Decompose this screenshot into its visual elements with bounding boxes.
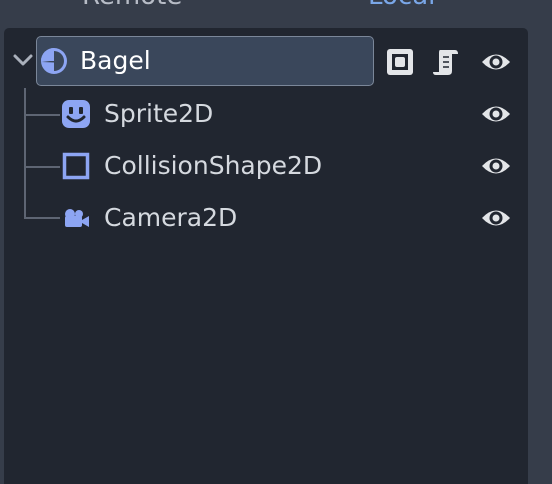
visibility-eye-icon[interactable]: [480, 98, 512, 130]
collision-shape2d-icon: [62, 152, 90, 180]
visibility-eye-icon[interactable]: [480, 150, 512, 182]
tab-bar: Remote Local: [0, 0, 552, 10]
visibility-eye-icon[interactable]: [480, 46, 512, 78]
camera2d-icon: [65, 209, 89, 227]
script-icon[interactable]: [430, 46, 462, 78]
node-label: Camera2D: [104, 203, 238, 232]
node2d-icon: [41, 48, 67, 74]
visibility-eye-icon[interactable]: [480, 202, 512, 234]
scene-dock: Remote Local Bagel: [0, 0, 552, 484]
node-label: Sprite2D: [104, 99, 214, 128]
node-label: CollisionShape2D: [104, 151, 323, 180]
tab-local[interactable]: Local: [368, 0, 435, 10]
node-label: Bagel: [80, 46, 151, 75]
tree-item-collisionshape2d[interactable]: CollisionShape2D: [4, 142, 528, 190]
tree-item-camera2d[interactable]: Camera2D: [4, 194, 528, 242]
group-icon[interactable]: [384, 46, 416, 78]
tab-remote[interactable]: Remote: [82, 0, 182, 10]
tree-item-sprite2d[interactable]: Sprite2D: [4, 90, 528, 138]
chevron-down-icon[interactable]: [12, 50, 34, 70]
tree-item-bagel[interactable]: Bagel: [4, 36, 528, 86]
sprite2d-icon: [62, 100, 90, 128]
scene-tree[interactable]: Bagel Sprite2D CollisionShape2D Camera2D: [4, 28, 528, 484]
